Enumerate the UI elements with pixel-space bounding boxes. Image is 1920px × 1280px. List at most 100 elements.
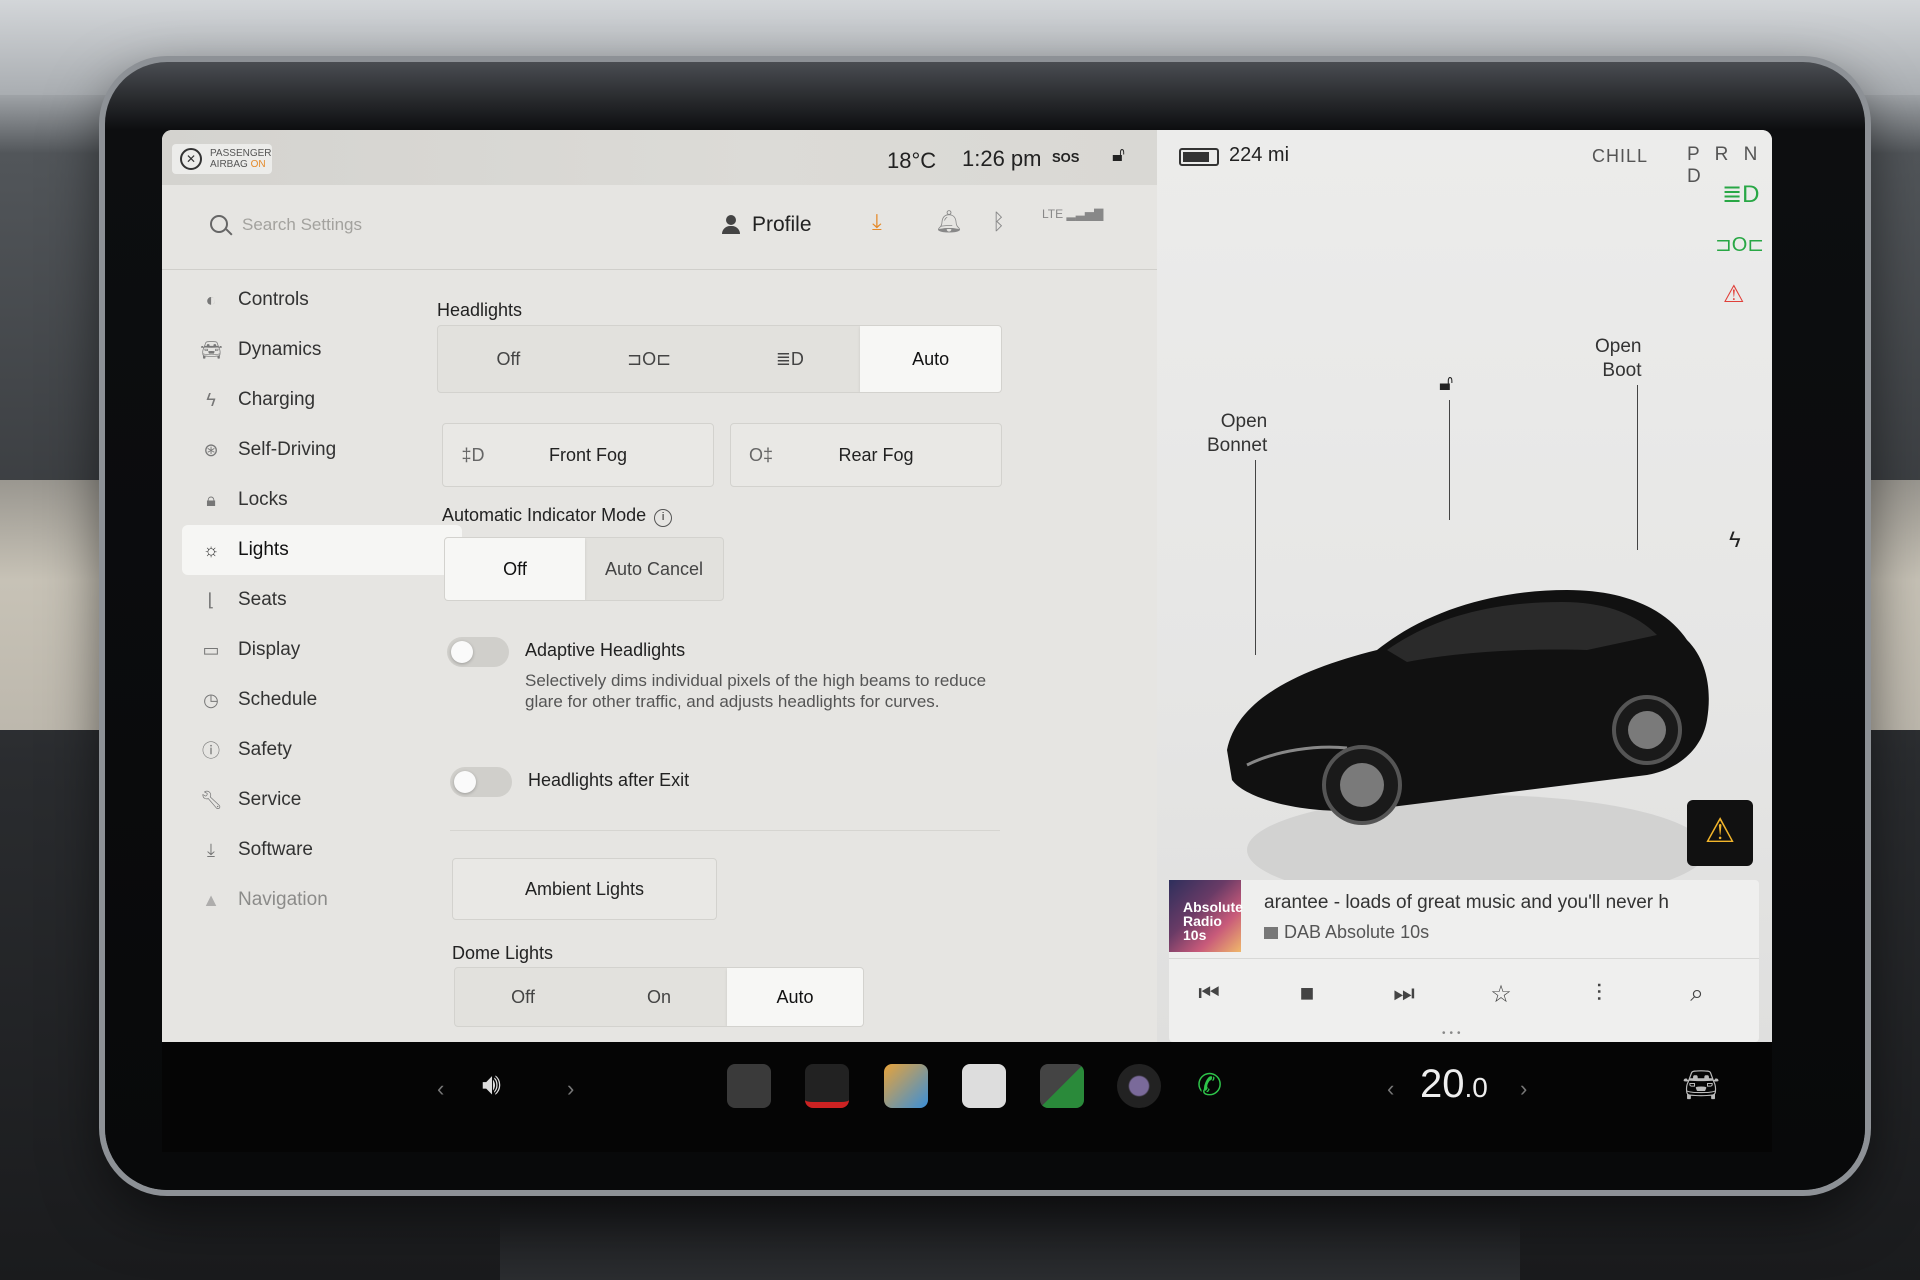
parking-lights-indicator-icon: ⊐O⊏	[1715, 234, 1765, 256]
sidebar-item-dynamics[interactable]: 🚘︎ Dynamics	[182, 325, 462, 375]
dome-on-option[interactable]: On	[591, 968, 727, 1026]
sidebar-item-locks[interactable]: 🔒︎ Locks	[182, 475, 462, 525]
sidebar-item-controls[interactable]: ◐ Controls	[182, 275, 462, 325]
toybox-app-icon[interactable]	[884, 1064, 928, 1108]
dome-lights-label: Dome Lights	[452, 943, 554, 963]
sidebar-item-lights[interactable]: ☼ Lights	[182, 525, 462, 575]
headlights-selector: Off ⊐O⊏ ≣D Auto	[437, 325, 1002, 393]
outside-temperature: 18°C	[887, 148, 937, 173]
open-bonnet-button[interactable]: Open Bonnet	[1207, 410, 1267, 458]
adaptive-headlights-toggle[interactable]	[447, 637, 509, 667]
sidebar-item-label: Navigation	[238, 889, 328, 910]
cabin-temperature[interactable]: 20.0	[1420, 1062, 1488, 1107]
cabin-temp-dec: .0	[1464, 1072, 1488, 1103]
dome-off-option[interactable]: Off	[455, 968, 591, 1026]
sidebar-item-label: Controls	[238, 289, 309, 310]
airbag-label: PASSENGER	[210, 148, 272, 159]
car-image	[1227, 590, 1709, 900]
sidebar-item-schedule[interactable]: ◷ Schedule	[182, 675, 462, 725]
headlights-label: Headlights	[437, 300, 523, 320]
wrench-icon: 🔧︎	[200, 789, 223, 810]
car-panel: 224 mi CHILL P R N D ≣D ⊐O⊏ ⚠︎ Open Boot…	[1157, 130, 1772, 1042]
ambient-lights-label: Ambient Lights	[524, 878, 645, 899]
car-icon[interactable]: 🚘︎	[1682, 1068, 1720, 1103]
download-icon[interactable]: ⤓	[872, 209, 882, 235]
front-fog-label: Front Fog	[548, 444, 628, 465]
taskbar: ‹ 🔊︎ › ✆ ‹ 20.0 › 🚘︎	[162, 1042, 1772, 1152]
station-name: DAB Absolute 10s	[1264, 922, 1429, 943]
seatbelt-warning-icon: ⚠︎	[1723, 281, 1745, 308]
sidebar-item-display[interactable]: ▭ Display	[182, 625, 462, 675]
parking-lights-option[interactable]: ⊐O⊏	[579, 326, 720, 392]
clock-icon: ◷	[203, 689, 219, 710]
search-icon[interactable]: ⌕	[1677, 980, 1717, 1008]
cabin-temp-int: 20	[1420, 1062, 1465, 1106]
parking-lights-icon: ⊐O⊏	[627, 348, 672, 369]
bluetooth-icon[interactable]: ᛒ	[992, 209, 1005, 235]
seat-icon: ⌊	[207, 589, 215, 610]
open-boot-line1: Open	[1595, 336, 1642, 357]
sidebar-item-label: Locks	[238, 489, 288, 510]
headlights-off-option[interactable]: Off	[438, 326, 579, 392]
lock-icon[interactable]: 🔓︎	[1112, 144, 1125, 167]
sidebar-item-navigation[interactable]: ▲ Navigation	[182, 875, 462, 925]
sidebar-item-service[interactable]: 🔧︎ Service	[182, 775, 462, 825]
ambient-lights-button[interactable]: Ambient Lights	[452, 858, 717, 920]
open-bonnet-line2: Bonnet	[1207, 435, 1268, 456]
bell-icon[interactable]: 🔔︎	[935, 209, 963, 235]
alert-icon[interactable]: ⚠︎	[1687, 800, 1753, 866]
headlights-auto-option[interactable]: Auto	[860, 326, 1001, 392]
rear-fog-label: Rear Fog	[838, 444, 914, 465]
arcade-app-icon[interactable]	[1040, 1064, 1084, 1108]
rear-fog-icon: O‡	[748, 444, 773, 465]
favorite-star-icon[interactable]: ☆	[1481, 980, 1521, 1009]
unlock-icon[interactable]: 🔓︎	[1439, 370, 1453, 396]
headlights-after-exit-toggle[interactable]	[450, 767, 512, 797]
sidebar-item-charging[interactable]: ϟ Charging	[182, 375, 462, 425]
lights-settings: Headlights Off ⊐O⊏ ≣D Auto ‡D Front Fog …	[432, 275, 1132, 1042]
volume-up-chevron-icon[interactable]: ›	[567, 1076, 574, 1102]
temp-up-chevron-icon[interactable]: ›	[1520, 1076, 1527, 1102]
equalizer-icon[interactable]: ⫶	[1579, 980, 1619, 1008]
toggle-icon: ◐	[205, 289, 217, 310]
sidebar-item-seats[interactable]: ⌊ Seats	[182, 575, 462, 625]
next-icon[interactable]: ⏭︎	[1384, 980, 1424, 1008]
indicator-auto-cancel-option[interactable]: Auto Cancel	[585, 538, 723, 600]
indicator-mode-text: Automatic Indicator Mode	[442, 505, 647, 525]
phone-icon[interactable]: ✆	[1197, 1068, 1222, 1103]
indicator-off-option[interactable]: Off	[445, 538, 585, 600]
rear-fog-button[interactable]: O‡ Rear Fog	[730, 423, 1002, 487]
open-boot-button[interactable]: Open Boot	[1595, 335, 1641, 383]
info-icon[interactable]: i	[654, 509, 673, 527]
indicator-mode-label: Automatic Indicator Mode i	[442, 505, 673, 527]
header-row: Profile ⤓ 🔔︎ ᛒ LTE ▂▃▅▇	[162, 185, 1157, 270]
airbag-label-2: AIRBAG	[210, 159, 248, 170]
sidebar-item-safety[interactable]: ⓘ Safety	[182, 725, 462, 775]
theater-app-icon[interactable]	[727, 1064, 771, 1108]
joystick-app-icon[interactable]	[805, 1064, 849, 1108]
volume-down-chevron-icon[interactable]: ‹	[437, 1076, 444, 1102]
album-art-text: Absolute Radio 10s	[1183, 899, 1243, 943]
sidebar-item-self-driving[interactable]: ⊛ Self-Driving	[182, 425, 462, 475]
camera-app-icon[interactable]	[1117, 1064, 1161, 1108]
sidebar-item-label: Dynamics	[238, 339, 322, 360]
sidebar-item-software[interactable]: ⤓ Software	[182, 825, 462, 875]
low-beam-option[interactable]: ≣D	[720, 326, 861, 392]
search-input[interactable]	[242, 207, 622, 243]
front-fog-button[interactable]: ‡D Front Fog	[442, 423, 714, 487]
sidebar-item-label: Software	[238, 839, 313, 860]
car-front-hub	[1340, 763, 1384, 807]
profile-button[interactable]: Profile	[722, 207, 812, 243]
sidebar-item-label: Display	[238, 639, 301, 660]
settings-panel: ✕ PASSENGER AIRBAG ON 18°C 1:26 pm SOS 🔓…	[162, 130, 1157, 1042]
stop-icon[interactable]: ■	[1287, 980, 1327, 1008]
indicator-mode-selector: Off Auto Cancel	[444, 537, 724, 601]
sos-button[interactable]: SOS	[1052, 150, 1079, 165]
sidebar-item-label: Self-Driving	[238, 439, 337, 460]
dome-auto-option[interactable]: Auto	[727, 968, 863, 1026]
temp-down-chevron-icon[interactable]: ‹	[1387, 1076, 1394, 1102]
bolt-icon: ϟ	[206, 389, 216, 410]
calendar-app-icon[interactable]	[962, 1064, 1006, 1108]
volume-icon[interactable]: 🔊︎	[482, 1068, 501, 1102]
previous-icon[interactable]: ⏮︎	[1189, 980, 1229, 1008]
